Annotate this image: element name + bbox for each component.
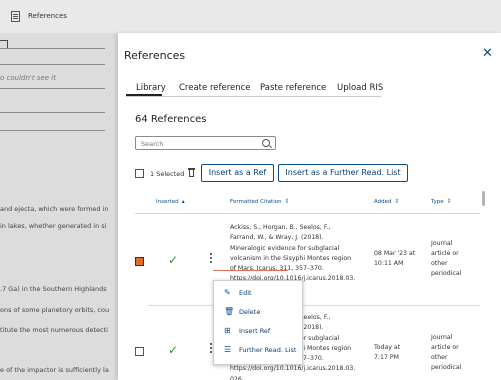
table-header-divider (135, 213, 480, 214)
added-line: Today at (374, 344, 401, 351)
body-text-line: in lakes, whether generated in si (0, 222, 107, 230)
scrollbar[interactable] (482, 191, 485, 206)
search-icon[interactable] (262, 139, 270, 147)
menu-item-label: Edit (239, 289, 252, 297)
citation-line: Mineralogic evidence for subglacial (230, 244, 340, 252)
type-line: article or (431, 344, 459, 351)
reference-type: Journal article or other periodical (431, 239, 471, 279)
tab-library[interactable]: Library (136, 83, 166, 93)
tab-upload-ris[interactable]: Upload RIS (337, 83, 383, 93)
menu-item-label: Delete (239, 308, 261, 316)
field-underline (0, 64, 105, 65)
body-text-line: ons of some planetory orbits, cou (0, 306, 110, 314)
top-bar-title: References (28, 12, 67, 20)
column-header-label: Inserted (156, 199, 179, 205)
search-box (135, 136, 276, 150)
references-count: 64 References (135, 114, 207, 125)
field-underline (0, 130, 105, 131)
list-icon: ☰ (224, 345, 232, 354)
pencil-icon: ✎ (224, 288, 231, 297)
body-text-line: titute the most numerous detecti (0, 326, 108, 334)
type-line: article or (431, 250, 459, 257)
trash-icon: 🗑 (224, 307, 235, 316)
sort-icon: ⇳ (446, 198, 452, 205)
added-date: 08 Mar '23 at 10:11 AM (374, 249, 426, 269)
document-icon (11, 11, 20, 22)
type-line: periodical (431, 270, 462, 277)
field-underline (0, 88, 105, 89)
column-header-added[interactable]: Added ⇳ (374, 198, 400, 205)
row-context-menu: ✎ Edit 🗑 Delete ⊞ Insert Ref ☰ Further R… (213, 280, 303, 365)
column-header-label: Type (431, 199, 444, 205)
row-checkbox[interactable] (135, 257, 144, 266)
citation-line: Farrand, W., & Wray, J. (2018). (230, 234, 324, 242)
menu-item-further-read-list[interactable]: ☰ Further Read. List (214, 342, 302, 360)
row-divider (148, 305, 480, 306)
selected-count: 1 Selected (150, 170, 185, 178)
menu-item-insert-ref[interactable]: ⊞ Insert Ref (214, 323, 302, 341)
column-header-type[interactable]: Type ⇳ (431, 198, 452, 205)
panel-title: References (124, 49, 186, 62)
insert-further-read-button[interactable]: Insert as a Further Read. List (278, 164, 408, 182)
type-line: Journal (431, 334, 453, 341)
tab-create-reference[interactable]: Create reference (179, 83, 251, 93)
more-options-icon[interactable] (210, 253, 213, 265)
citation-line: volcanism in the Sisyphi Montes region (230, 254, 352, 262)
column-header-citation[interactable]: Formatted Citation ⇳ (230, 198, 290, 205)
added-line: 10:11 AM (374, 260, 404, 267)
insert-icon: ⊞ (224, 326, 231, 335)
field-underline (0, 112, 105, 113)
menu-item-label: Further Read. List (239, 346, 297, 354)
column-header-label: Formatted Citation (230, 199, 282, 205)
citation-line: 026 (230, 375, 242, 380)
menu-item-edit[interactable]: ✎ Edit (214, 285, 302, 303)
tabs-divider (126, 96, 381, 97)
search-input[interactable] (141, 139, 256, 148)
citation-line: Ackiss, S., Horgan, B., Seelos, F., (230, 224, 331, 231)
tab-paste-reference[interactable]: Paste reference (260, 83, 326, 93)
menu-item-label: Insert Ref (239, 327, 271, 335)
body-text-line: and ejecta, which were formed in (0, 205, 109, 213)
citation-text: Ackiss, S., Horgan, B., Seelos, F., Farr… (230, 223, 370, 285)
reference-type: Journal article or other periodical (431, 333, 471, 373)
top-bar: References (0, 0, 501, 34)
type-line: other (431, 260, 448, 267)
inserted-check-icon: ✓ (168, 343, 179, 357)
close-icon[interactable]: ✕ (482, 47, 493, 60)
references-panel: References ✕ Library Create reference Pa… (118, 33, 501, 380)
trash-icon[interactable] (188, 168, 195, 177)
inserted-check-icon: ✓ (168, 253, 179, 267)
row-focus-line (213, 270, 288, 271)
column-header-inserted[interactable]: Inserted ▴ (156, 198, 185, 205)
sort-icon: ⇳ (394, 198, 400, 205)
citation-line: https://doi.org/10.1016/j.icarus.2018.03… (230, 365, 356, 373)
type-line: periodical (431, 364, 462, 371)
background-document: o couldn't see it and ejecta, which were… (0, 33, 118, 380)
menu-item-delete[interactable]: 🗑 Delete (214, 304, 302, 322)
type-line: other (431, 354, 448, 361)
insert-ref-button[interactable]: Insert as a Ref (201, 164, 274, 182)
added-line: 7:17 PM (374, 354, 399, 361)
body-text-line: e of the impactor is sufficiently la (0, 366, 109, 374)
added-line: 08 Mar '23 at (374, 250, 416, 257)
body-text-line: .7 Ga) in the Southern Highlands (0, 285, 107, 293)
sort-icon: ⇳ (284, 198, 290, 205)
column-header-label: Added (374, 199, 392, 205)
select-all-checkbox[interactable] (135, 169, 144, 178)
field-underline (0, 48, 105, 49)
selection-toolbar: 1 Selected Insert as a Ref Insert as a F… (135, 164, 415, 184)
field-hint-text: o couldn't see it (0, 74, 56, 82)
type-line: Journal (431, 240, 453, 247)
added-date: Today at 7:17 PM (374, 343, 426, 363)
sort-icon: ▴ (181, 198, 185, 205)
row-checkbox[interactable] (135, 347, 144, 356)
